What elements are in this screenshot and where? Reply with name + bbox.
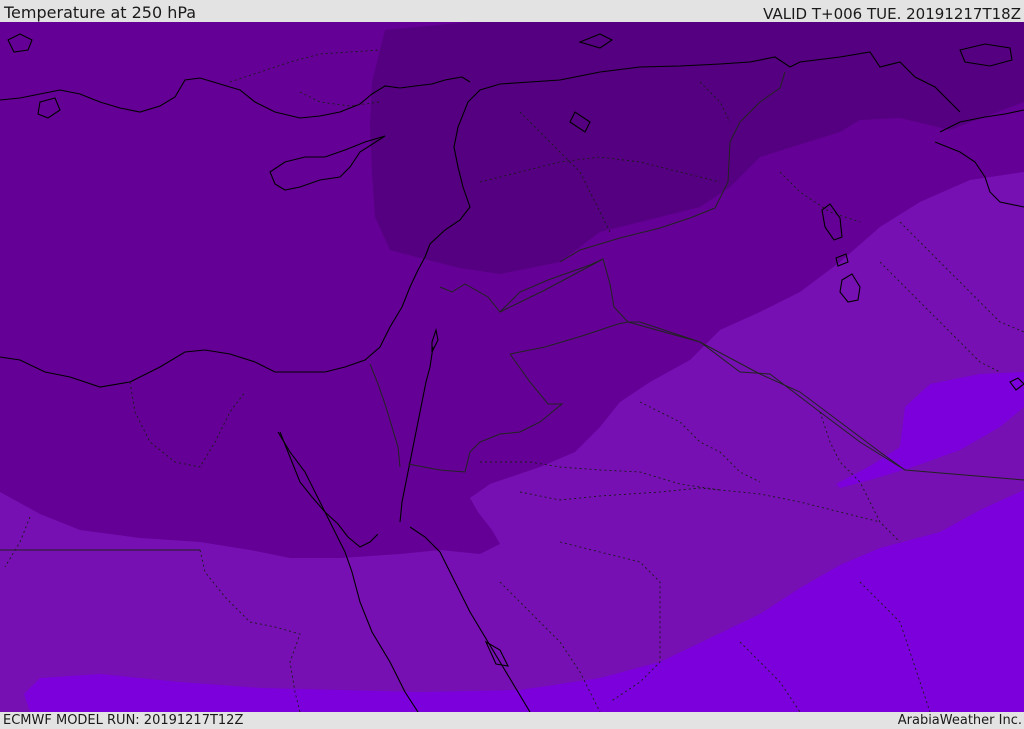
header-bar: Temperature at 250 hPa VALID T+006 TUE. …: [0, 0, 1024, 23]
weather-map[interactable]: [0, 22, 1024, 712]
model-run-label: ECMWF MODEL RUN: 20191217T12Z: [3, 713, 244, 728]
valid-time: VALID T+006 TUE. 20191217T18Z: [763, 5, 1021, 23]
footer-bar: ECMWF MODEL RUN: 20191217T12Z ArabiaWeat…: [0, 712, 1024, 729]
map-title: Temperature at 250 hPa: [4, 3, 197, 22]
map-canvas: [0, 22, 1024, 712]
credit-label: ArabiaWeather Inc.: [897, 713, 1022, 728]
